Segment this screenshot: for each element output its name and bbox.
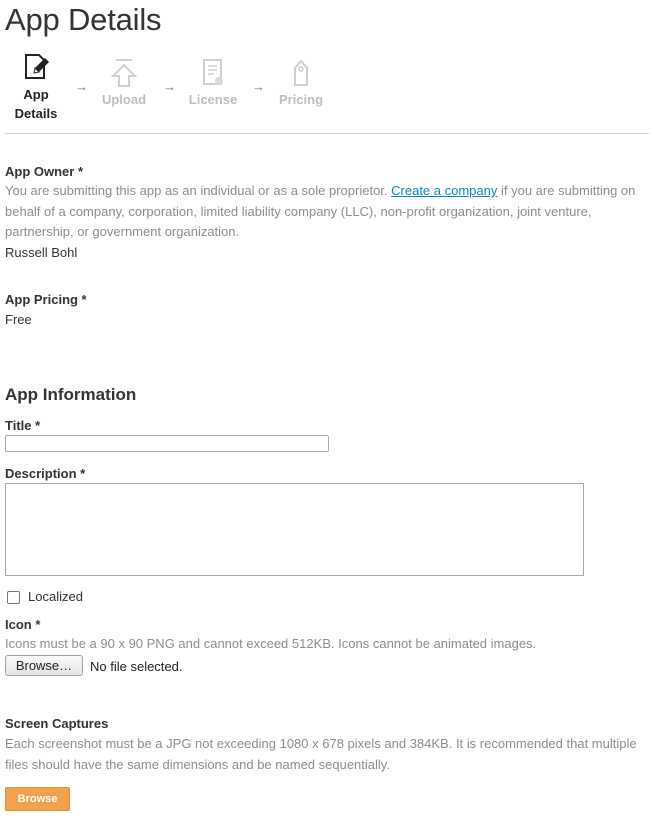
step-app-details[interactable]: App Details xyxy=(10,52,62,123)
screen-captures-help: Each screenshot must be a JPG not exceed… xyxy=(5,736,637,772)
step-arrow: → xyxy=(163,79,176,94)
step-label-line1: App xyxy=(23,87,49,102)
step-pricing[interactable]: Pricing xyxy=(271,58,331,107)
upload-icon xyxy=(110,59,138,87)
step-license[interactable]: License xyxy=(183,58,243,107)
app-owner-label: App Owner * xyxy=(5,164,84,179)
icon-label: Icon * xyxy=(5,617,41,632)
app-owner-help: You are submitting this app as an indivi… xyxy=(5,181,649,243)
divider xyxy=(5,133,649,134)
step-label-line2: Details xyxy=(14,106,58,121)
certificate-icon xyxy=(203,59,223,85)
step-label: Upload xyxy=(101,92,147,107)
localized-checkbox[interactable] xyxy=(7,591,20,604)
description-label: Description * xyxy=(5,466,86,481)
step-arrow: → xyxy=(75,79,88,94)
app-information-title: App Information xyxy=(5,385,137,404)
edit-document-icon xyxy=(25,54,49,79)
app-pricing-value: Free xyxy=(5,312,32,327)
app-pricing-label: App Pricing * xyxy=(5,292,87,307)
app-owner-value: Russell Bohl xyxy=(5,245,78,260)
step-upload[interactable]: Upload xyxy=(94,58,154,107)
localized-label: Localized xyxy=(28,589,83,604)
wizard-steps: App Details → Upload → License → Pricing xyxy=(5,52,345,124)
screen-captures-browse-button[interactable]: Browse xyxy=(5,787,70,811)
icon-browse-button[interactable]: Browse… xyxy=(5,655,83,676)
icon-file-status: No file selected. xyxy=(90,659,183,674)
screen-captures-label: Screen Captures xyxy=(5,716,109,731)
step-label: Pricing xyxy=(278,92,324,107)
page-title: App Details xyxy=(5,2,162,37)
title-input[interactable] xyxy=(5,435,329,452)
create-company-link[interactable]: Create a company xyxy=(391,183,497,198)
title-label: Title * xyxy=(5,418,41,433)
step-label: License xyxy=(188,92,238,107)
description-textarea[interactable] xyxy=(5,483,584,576)
icon-help: Icons must be a 90 x 90 PNG and cannot e… xyxy=(5,636,537,651)
price-tag-icon xyxy=(294,59,308,86)
help-text: You are submitting this app as an indivi… xyxy=(5,183,392,198)
step-arrow: → xyxy=(252,79,265,94)
